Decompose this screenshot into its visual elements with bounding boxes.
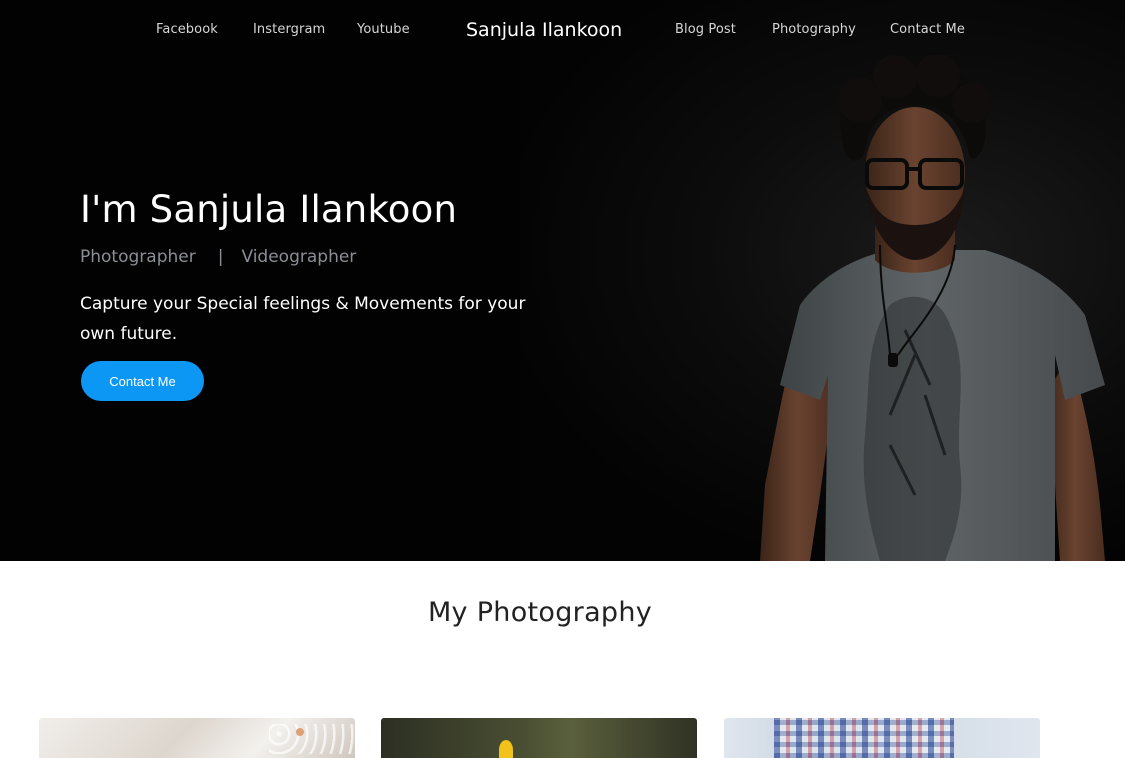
nav-link-blog-post[interactable]: Blog Post [675,22,736,37]
hero-roles: Photographer | Videographer [80,247,356,267]
nav-link-facebook[interactable]: Facebook [156,22,218,37]
photo-detail [499,740,513,758]
photo-card-1[interactable] [39,718,355,758]
top-navigation: Facebook Instergram Youtube Sanjula Ilan… [0,0,1125,62]
hero-tagline: Capture your Special feelings & Movement… [80,294,526,344]
role-photographer: Photographer [80,247,196,267]
nav-link-youtube[interactable]: Youtube [357,22,410,37]
contact-me-button[interactable]: Contact Me [81,361,204,401]
photo-detail [296,728,304,736]
portrait-photo [760,55,1105,561]
photo-card-3[interactable] [724,718,1040,758]
hero-section: Facebook Instergram Youtube Sanjula Ilan… [0,0,1125,561]
site-brand[interactable]: Sanjula Ilankoon [466,19,622,41]
hero-title: I'm Sanjula Ilankoon [80,188,458,231]
nav-link-photography[interactable]: Photography [772,22,856,37]
nav-link-contact-me[interactable]: Contact Me [890,22,965,37]
photo-detail [774,718,954,758]
section-title-my-photography: My Photography [427,597,653,628]
role-separator: | [217,247,224,267]
photo-card-2[interactable] [381,718,697,758]
role-videographer: Videographer [241,247,357,267]
nav-link-instagram[interactable]: Instergram [253,22,325,37]
